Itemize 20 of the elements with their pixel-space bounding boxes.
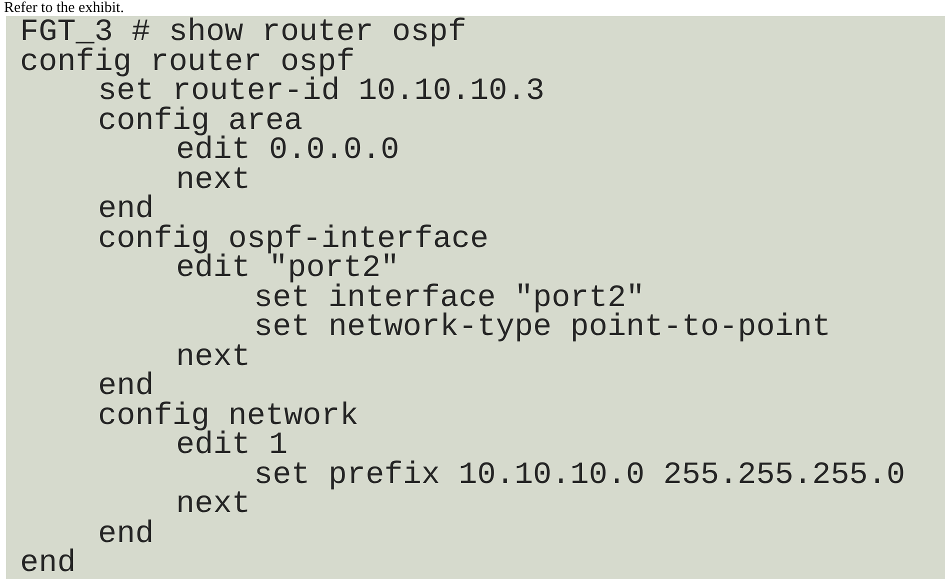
command-prompt: FGT_3 # show router ospf [20,18,466,48]
config-line: next [176,342,250,372]
config-line: edit 1 [176,431,288,460]
config-line: config router ospf [20,48,355,77]
config-line: set interface "port2" [254,284,645,313]
config-line: end [98,372,154,402]
config-line: next [176,490,250,520]
config-line: config area [98,106,303,136]
config-line: set prefix 10.10.10.0 255.255.255.0 [254,460,906,490]
caption: Refer to the exhibit. [3,0,124,16]
config-line: next [176,166,250,195]
config-line: set router-id 10.10.10.3 [98,77,544,106]
config-line: edit "port2" [176,254,400,284]
config-line: edit 0.0.0.0 [176,136,400,166]
config-line: end [98,195,154,224]
config-line: end [20,549,76,578]
config-line: set network-type point-to-point [254,313,831,342]
config-line: config ospf-interface [98,224,489,254]
config-line: config network [98,402,358,431]
config-line: end [98,520,154,549]
